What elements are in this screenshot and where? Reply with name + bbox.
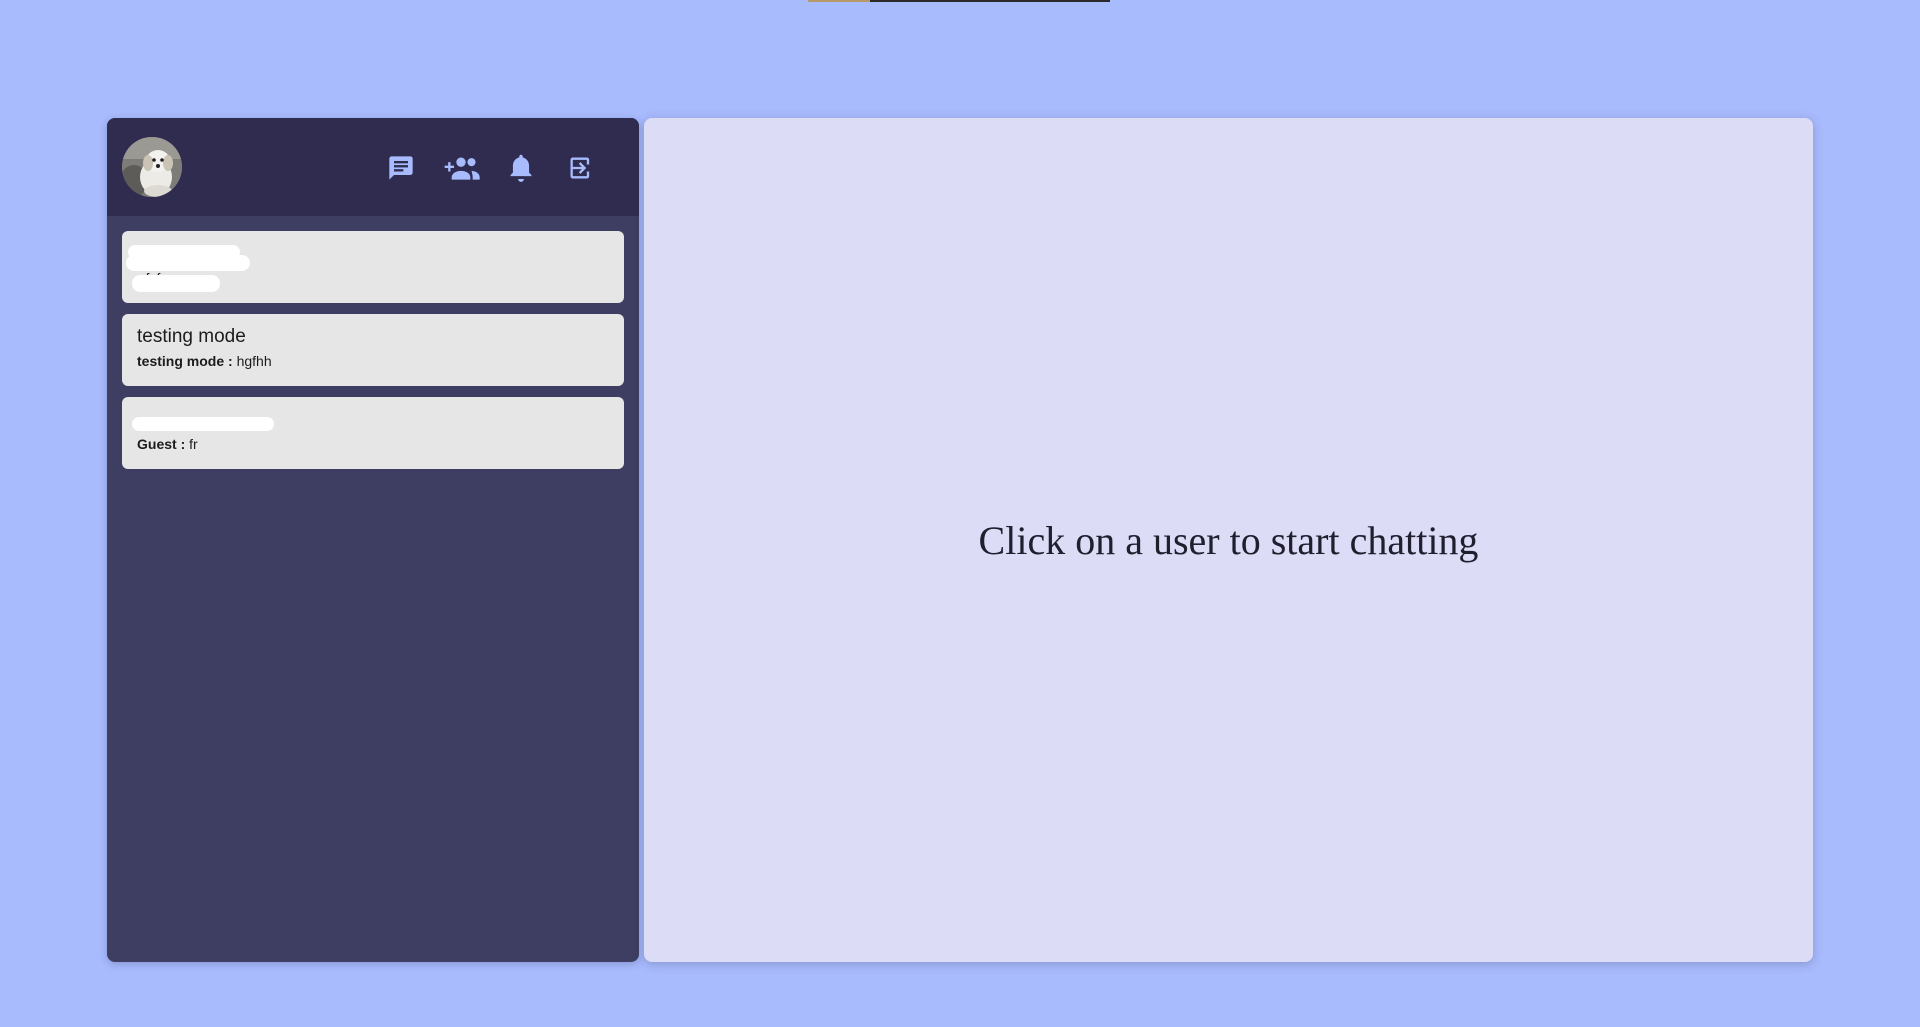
top-strip-accent [808, 0, 870, 2]
chat-icon[interactable] [371, 148, 431, 188]
chat-sender: testing mode [137, 353, 225, 369]
chat-message: fr [189, 436, 198, 452]
sidebar-header [107, 118, 639, 216]
chat-message: hgfhh [236, 353, 272, 369]
chat-preview: Guest : fr [137, 436, 198, 452]
chat-main-panel: Click on a user to start chatting [644, 118, 1813, 962]
header-icons [371, 148, 611, 188]
avatar[interactable] [122, 137, 182, 197]
chat-name: testing mode [137, 326, 246, 347]
top-strip [808, 0, 1110, 2]
chat-app: : fcf testing mode testing mode : hgfhh … [107, 118, 1813, 962]
chat-sender: Guest [137, 436, 177, 452]
redacted-name-block [126, 255, 250, 271]
chat-preview: testing mode : hgfhh [137, 353, 272, 369]
sidebar: : fcf testing mode testing mode : hgfhh … [107, 118, 639, 962]
empty-chat-placeholder: Click on a user to start chatting [978, 517, 1479, 563]
logout-icon[interactable] [551, 148, 611, 188]
chat-list: : fcf testing mode testing mode : hgfhh … [107, 216, 639, 495]
avatar-image [122, 137, 182, 197]
redacted-name-block [132, 417, 274, 431]
chat-list-item[interactable]: Guest : fr [122, 397, 624, 469]
add-group-icon[interactable] [431, 148, 491, 188]
chat-list-item[interactable]: : fcf [122, 231, 624, 303]
chat-list-item[interactable]: testing mode testing mode : hgfhh [122, 314, 624, 386]
bell-icon[interactable] [491, 148, 551, 188]
redacted-sender-block [132, 275, 220, 292]
